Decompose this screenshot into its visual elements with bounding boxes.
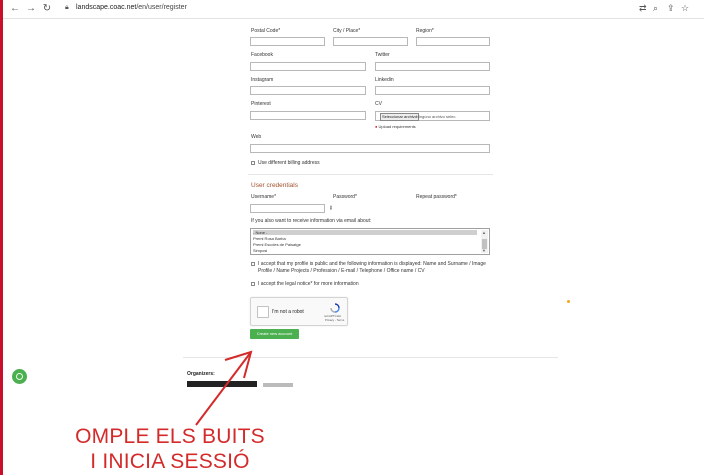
annotation-line-2: I INICIA SESSIÓ (90, 450, 250, 473)
annotation-line-1: OMPLE ELS BUITS (75, 425, 265, 448)
annotation-arrow-icon (195, 350, 253, 426)
